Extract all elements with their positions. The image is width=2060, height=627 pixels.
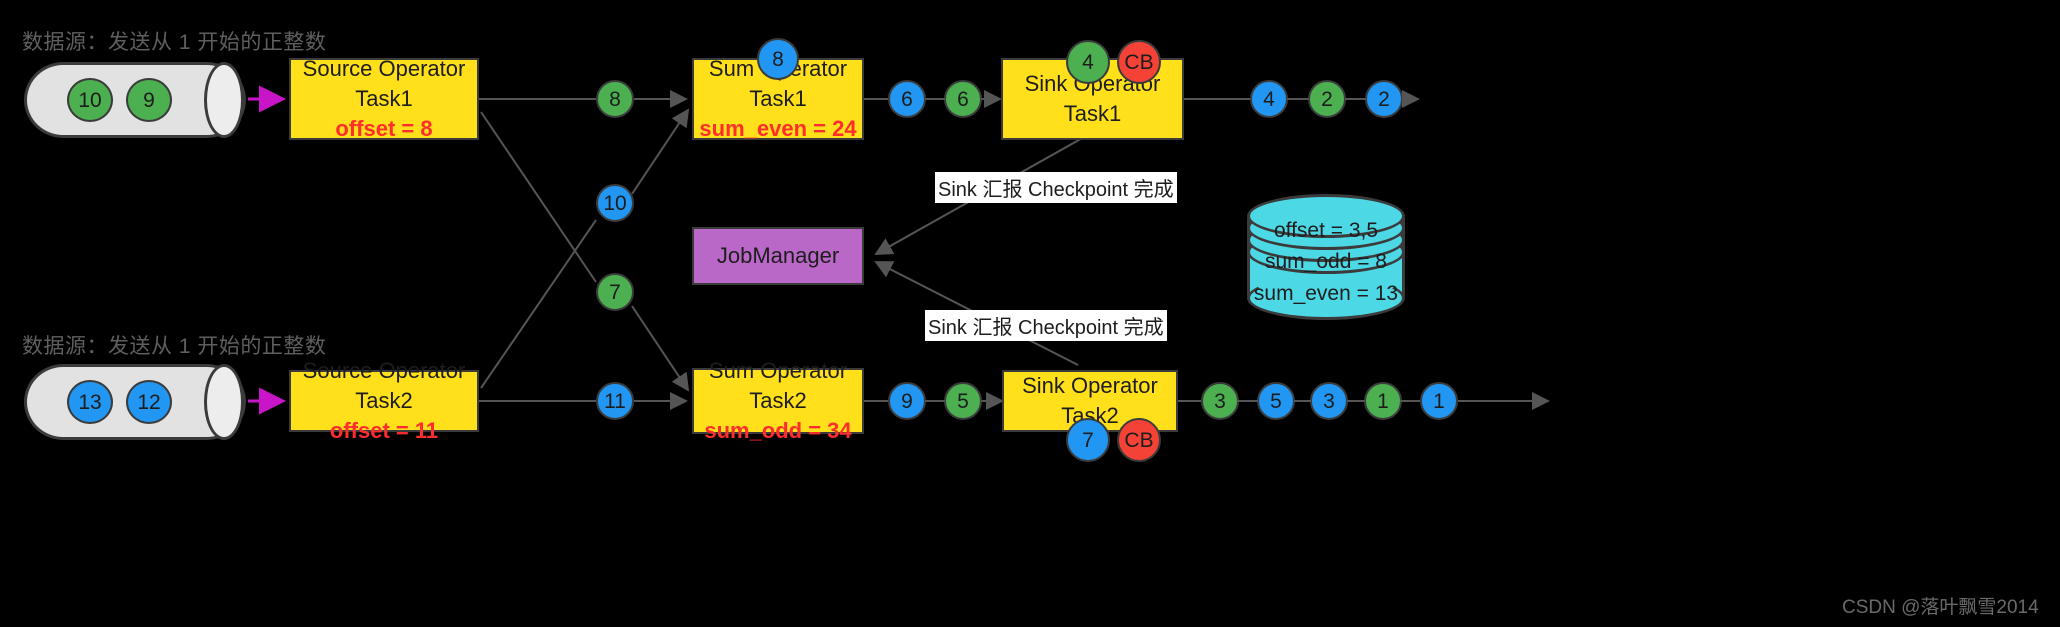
operator-title: Sum Operator Task2 <box>708 358 848 414</box>
report-label-bottom: Sink 汇报 Checkpoint 完成 <box>925 310 1167 341</box>
checkpoint-complete-badge: CB <box>1117 418 1161 462</box>
report-label-top: Sink 汇报 Checkpoint 完成 <box>935 172 1177 203</box>
output-token: 3 <box>1201 382 1239 420</box>
operator-title: Source Operator Task2 <box>302 358 466 414</box>
sink-state-badge: 7 <box>1066 418 1110 462</box>
stream-token: 11 <box>596 382 634 420</box>
cylinder-cap-icon <box>204 364 244 440</box>
source-operator-task2[interactable]: Source Operator Task2 offset = 11 <box>289 358 479 443</box>
bottom-source-caption: 数据源：发送从 1 开始的正整数 <box>22 335 327 358</box>
operator-title: Source Operator Task1 <box>302 56 466 112</box>
output-token: 1 <box>1364 382 1402 420</box>
output-token: 3 <box>1310 382 1348 420</box>
cross-stream-token: 7 <box>596 273 634 311</box>
cylinder-cap-icon <box>204 62 244 138</box>
state-line: sum_odd = 8 <box>1264 250 1387 274</box>
queue-token: 13 <box>67 380 113 424</box>
stream-token: 5 <box>944 382 982 420</box>
operator-state: sum_even = 24 <box>699 115 857 141</box>
output-token: 4 <box>1250 80 1288 118</box>
jobmanager-box[interactable]: JobManager <box>692 227 864 285</box>
output-token: 2 <box>1365 80 1403 118</box>
state-backend-store: offset = 3,5 sum_odd = 8 sum_even = 13 <box>1247 194 1405 320</box>
state-line: sum_even = 13 <box>1253 281 1399 305</box>
state-line: offset = 3,5 <box>1273 218 1379 242</box>
jobmanager-label: JobManager <box>716 243 840 268</box>
output-token: 1 <box>1420 382 1458 420</box>
sink-state-badge: 4 <box>1066 40 1110 84</box>
queue-token: 12 <box>126 380 172 424</box>
operator-state: offset = 11 <box>329 417 439 443</box>
top-source-caption: 数据源：发送从 1 开始的正整数 <box>22 31 327 54</box>
state-store-values: offset = 3,5 sum_odd = 8 sum_even = 13 <box>1247 215 1405 310</box>
operator-state: sum_odd = 34 <box>704 417 852 443</box>
stream-token: 6 <box>888 80 926 118</box>
queue-token: 9 <box>126 78 172 122</box>
sum-operator-task2[interactable]: Sum Operator Task2 sum_odd = 34 <box>692 358 864 443</box>
diagram-canvas: 数据源：发送从 1 开始的正整数 10 9 Source Operator Ta… <box>0 0 2060 627</box>
cross-stream-token: 10 <box>596 184 634 222</box>
operator-state: offset = 8 <box>335 115 433 141</box>
output-token: 5 <box>1257 382 1295 420</box>
stream-token: 8 <box>596 80 634 118</box>
stream-token: 6 <box>944 80 982 118</box>
checkpoint-barrier-badge: 8 <box>757 38 799 80</box>
queue-token: 10 <box>67 78 113 122</box>
stream-token: 9 <box>888 382 926 420</box>
source-operator-task1[interactable]: Source Operator Task1 offset = 8 <box>289 56 479 141</box>
checkpoint-complete-badge: CB <box>1117 40 1161 84</box>
output-token: 2 <box>1308 80 1346 118</box>
watermark: CSDN @落叶飘雪2014 <box>1842 597 2039 618</box>
